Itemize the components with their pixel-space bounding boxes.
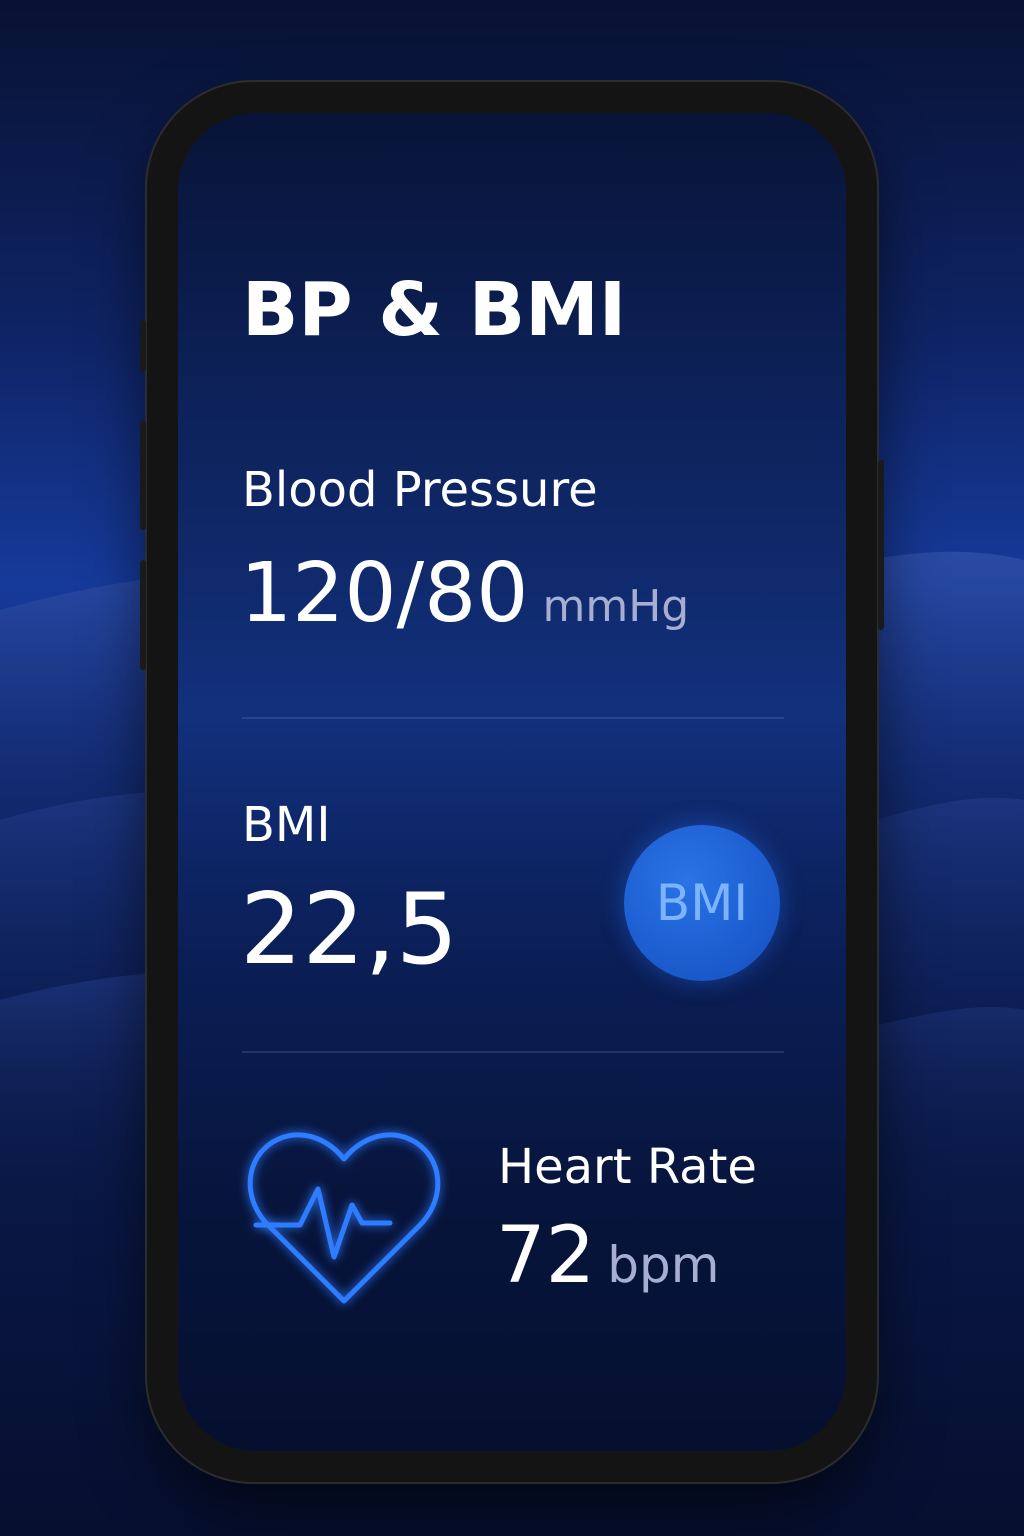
heart-rate-value: 72 [496,1211,596,1301]
blood-pressure-unit: mmHg [542,581,690,632]
heart-rate-label: Heart Rate [498,1139,757,1195]
phone-side-button-volume-up [140,420,146,530]
page-title: BP & BMI [242,267,627,353]
blood-pressure-reading: 120/80 mmHg [240,553,689,635]
blood-pressure-label: Blood Pressure [242,462,598,518]
bmi-value: 22,5 [240,873,459,987]
phone-side-button-volume-down [140,560,146,670]
divider [242,1051,784,1053]
heart-pulse-icon [247,1132,441,1304]
heart-rate-reading: 72 bpm [496,1217,719,1295]
bmi-badge-button[interactable]: BMI [624,825,780,981]
blood-pressure-value: 120/80 [240,546,529,641]
phone-side-button-power [878,460,884,630]
bmi-badge-label: BMI [655,874,749,932]
divider [242,717,784,719]
bmi-label: BMI [242,797,331,853]
phone-side-button-mute [140,320,146,372]
heart-rate-unit: bpm [607,1236,720,1294]
app-screen: BP & BMI Blood Pressure 120/80 mmHg BMI 2… [178,113,846,1451]
